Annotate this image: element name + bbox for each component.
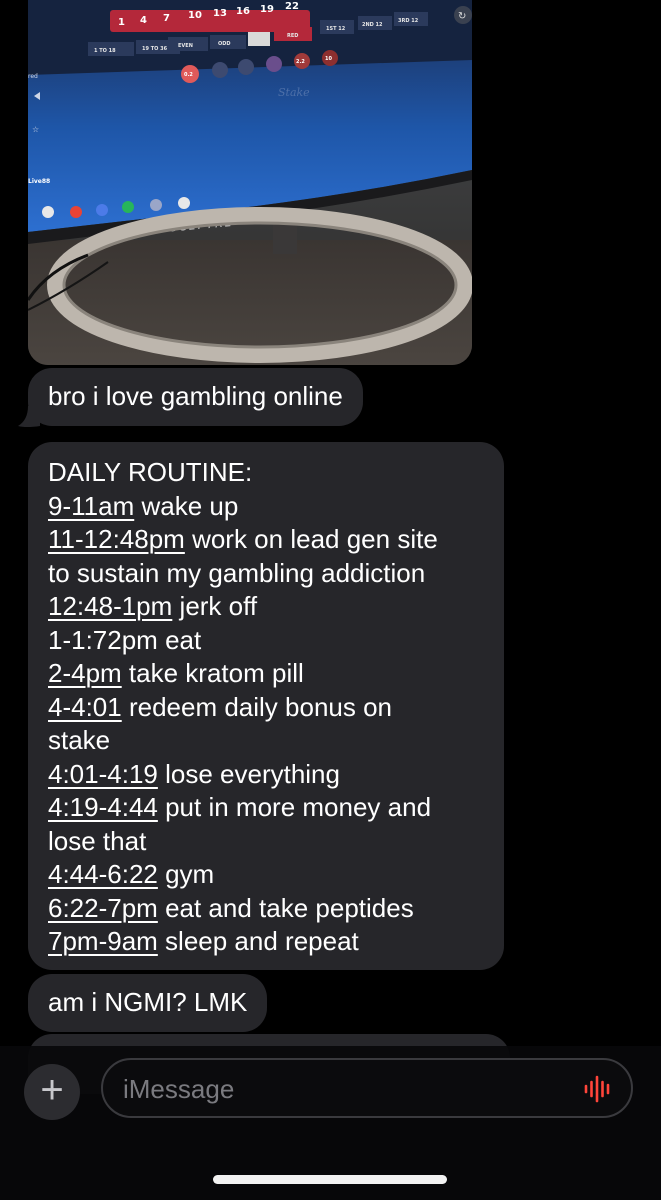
time-link[interactable]: 7pm-9am [48,926,158,956]
message-text: am i NGMI? LMK [48,987,248,1017]
bet-label: ODD [218,41,231,47]
time-link[interactable]: 4:44-6:22 [48,859,158,889]
bet-label: EVEN [178,43,193,49]
message-bubble[interactable]: am i NGMI? LMK [28,974,268,1032]
bet-label: RED [287,33,298,39]
time-link[interactable]: 4-4:01 [48,692,122,722]
plus-icon: + [40,1068,64,1112]
routine-line: 7pm-9am sleep and repeat [48,926,359,956]
message-field[interactable] [101,1058,633,1118]
message-bubble[interactable]: bro i love gambling online [28,368,363,426]
roulette-number: 19 [260,4,274,15]
time-link[interactable]: 9-11am [48,491,134,521]
bet-label: 3RD 12 [398,18,419,24]
chip-label: 10 [325,56,332,62]
bet-label: 2ND 12 [362,22,383,28]
routine-line: 4:44-6:22 gym [48,859,215,889]
roulette-monitor-photo: 1 4 7 10 13 16 19 22 1 TO 18 19 TO 36 EV… [28,0,472,365]
routine-line: to sustain my gambling addiction [48,557,426,588]
add-attachment-button[interactable]: + [24,1064,80,1120]
audio-waveform-icon[interactable] [583,1075,613,1103]
routine-line: 4:19-4:44 put in more money and [48,792,432,822]
time-link[interactable]: 6:22-7pm [48,893,158,923]
routine-title: DAILY ROUTINE: [48,457,253,487]
routine-line: 1-1:72pm eat [48,624,202,655]
message-text: bro i love gambling online [48,381,343,411]
time-link[interactable]: 4:01-4:19 [48,759,158,789]
routine-line: 2-4pm take kratom pill [48,658,304,688]
bet-label: 1 TO 18 [94,48,116,54]
roulette-number: 13 [213,8,227,19]
site-watermark: Stake [278,86,310,99]
roulette-number: 22 [285,1,299,12]
imessage-input[interactable] [123,1072,563,1106]
time-link[interactable]: 11-12:48pm [48,524,185,554]
roulette-number: 7 [163,13,170,24]
routine-line: 4-4:01 redeem daily bonus on [48,691,393,722]
roulette-number: 4 [140,15,147,26]
live-label: Live88 [28,178,50,185]
sidebar-label: red [28,73,38,80]
routine-line: 4:01-4:19 lose everything [48,758,340,789]
chip-label: 0.2 [184,72,193,78]
routine-line: 9-11am wake up [48,490,239,521]
bubble-tail [18,406,40,428]
home-indicator[interactable] [213,1175,447,1184]
svg-text:☆: ☆ [32,125,39,134]
routine-line: 12:48-1pm jerk off [48,591,258,621]
message-bubble[interactable]: DAILY ROUTINE: 9-11am wake up 11-12:48pm… [28,442,504,970]
routine-line: 11-12:48pm work on lead gen site [48,524,438,554]
chip-label: 2.2 [296,59,305,65]
bet-label: 1ST 12 [326,26,346,32]
bet-label: 19 TO 36 [142,46,168,52]
time-link[interactable]: 4:19-4:44 [48,792,158,822]
routine-line: stake [48,725,111,755]
svg-text:↻: ↻ [458,11,466,22]
time-link[interactable]: 12:48-1pm [48,591,172,621]
roulette-number: 16 [236,6,250,17]
time-link[interactable]: 2-4pm [48,658,122,688]
photo-attachment[interactable]: 1 4 7 10 13 16 19 22 1 TO 18 19 TO 36 EV… [28,0,472,365]
roulette-number: 1 [118,17,125,28]
routine-line: lose that [48,825,147,856]
routine-line: 6:22-7pm eat and take peptides [48,892,414,923]
roulette-number: 10 [188,10,202,21]
